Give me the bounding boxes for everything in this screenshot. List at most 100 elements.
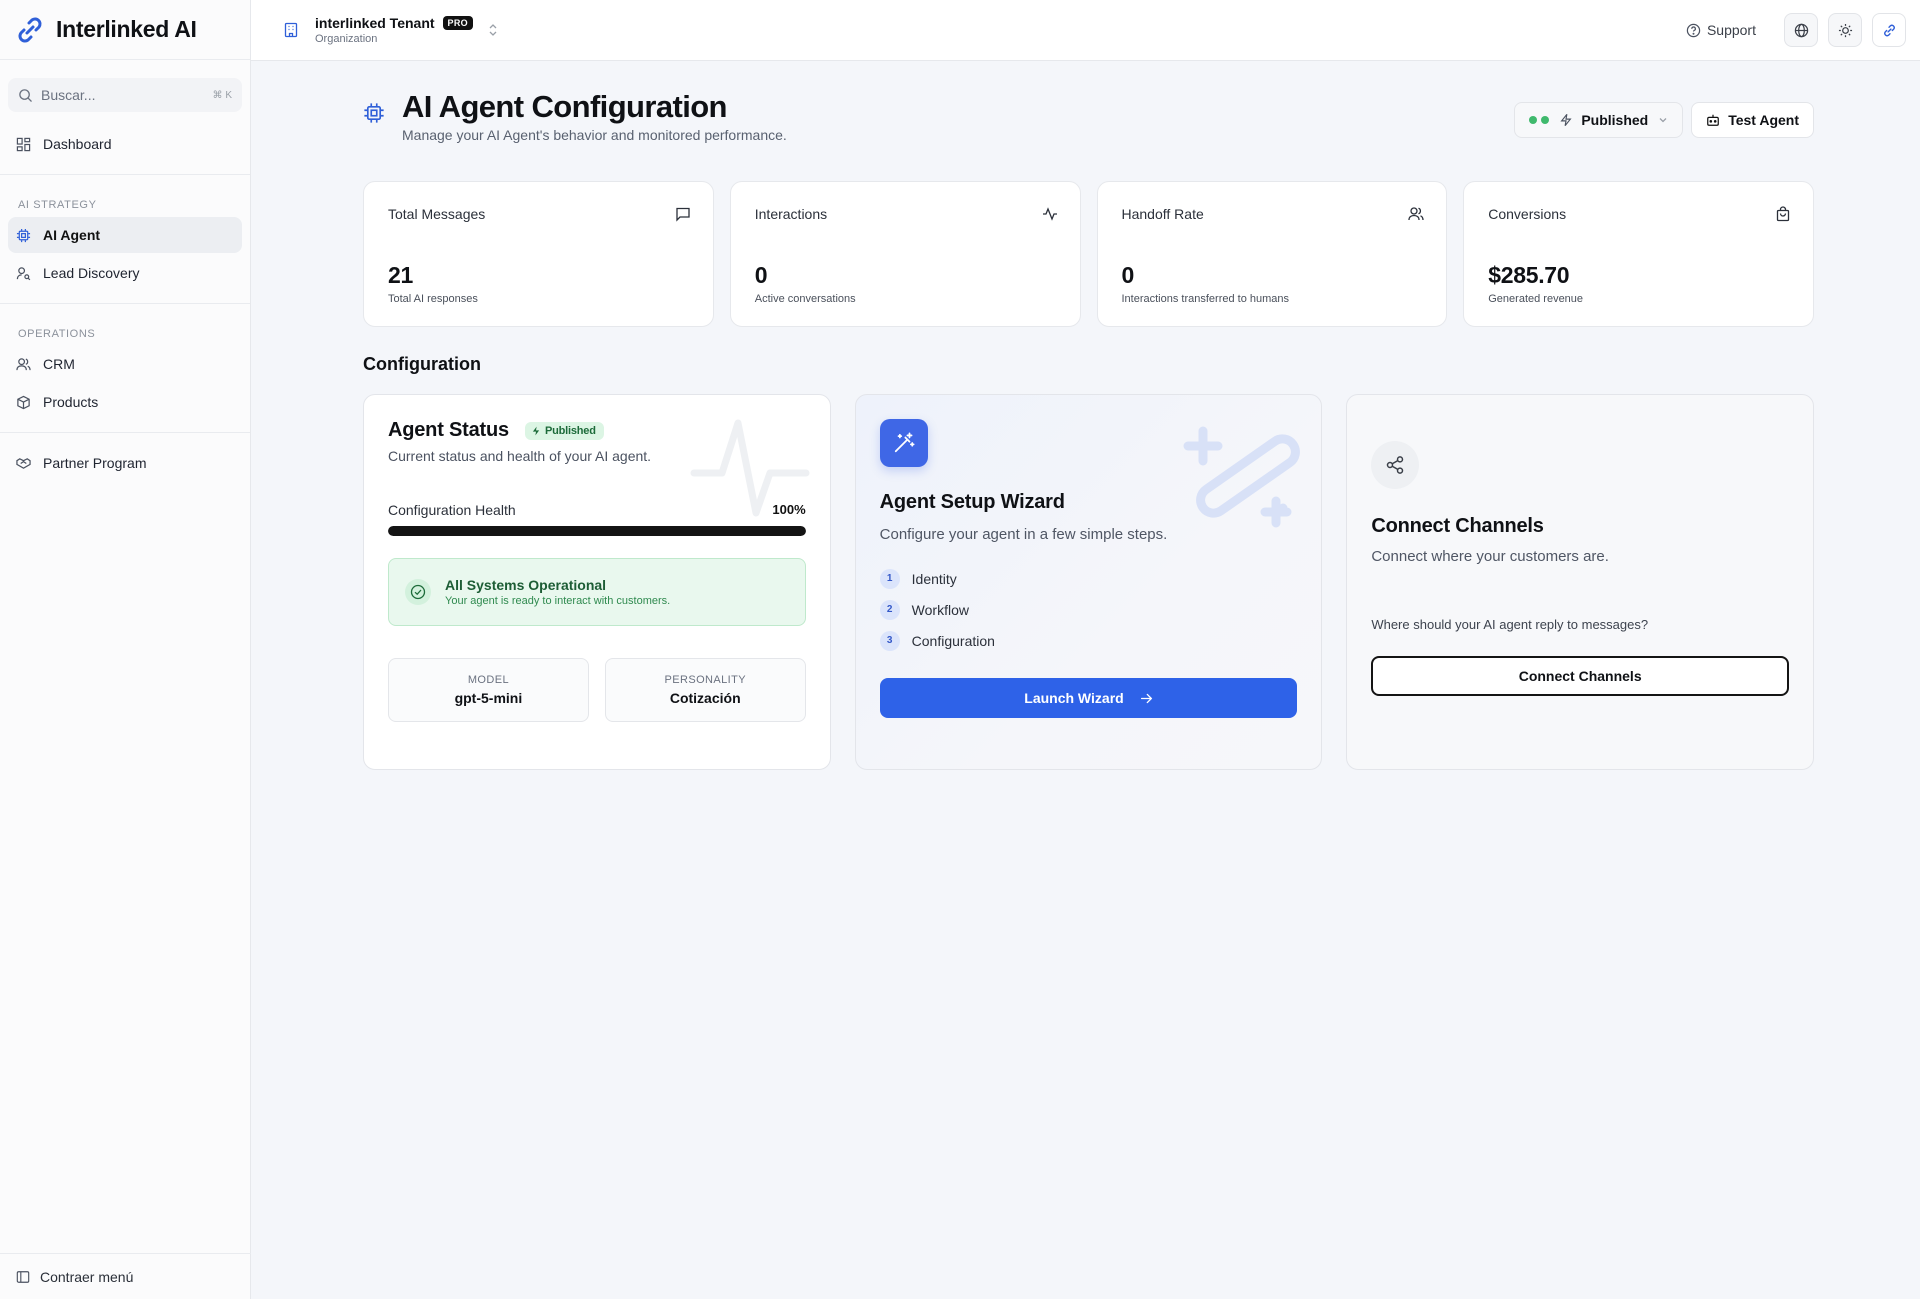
main-content: AI Agent Configuration Manage your AI Ag… [251, 61, 1920, 1299]
step-label: Workflow [911, 601, 969, 618]
status-dot [1541, 116, 1550, 124]
connect-channels-label: Connect Channels [1518, 668, 1642, 684]
users-icon [1408, 207, 1424, 221]
launch-wizard-button[interactable]: Launch Wizard [879, 678, 1298, 718]
stat-title: Total Messages [388, 206, 486, 222]
language-button[interactable] [1784, 13, 1818, 47]
stat-value: 21 [388, 262, 413, 288]
health-label: Configuration Health [388, 502, 516, 518]
section-label-operations: OPERATIONS [18, 328, 96, 340]
activity-icon [1042, 207, 1057, 221]
stat-value: $285.70 [1488, 262, 1570, 288]
wizard-step: 1 Identity [879, 563, 1298, 594]
brand-name: Interlinked AI [56, 16, 197, 42]
sidebar-search[interactable]: Buscar... ⌘ K [8, 78, 242, 112]
test-agent-label: Test Agent [1728, 112, 1799, 128]
stat-title: Interactions [754, 206, 828, 222]
sidebar-item-products[interactable]: Products [8, 384, 242, 420]
tenant-subtitle: Organization [315, 33, 378, 45]
sidebar-item-crm[interactable]: CRM [8, 346, 242, 382]
wizard-step: 2 Workflow [879, 594, 1298, 625]
tenant-name: interlinked Tenant [315, 15, 435, 31]
support-link[interactable]: Support [1686, 22, 1756, 38]
stat-subtitle: Generated revenue [1488, 293, 1584, 305]
stat-card-total-messages: Total Messages 21 Total AI responses [363, 181, 714, 327]
chevron-up-down-icon[interactable] [487, 23, 499, 37]
published-badge-label: Published [544, 424, 596, 437]
channels-subtitle: Connect where your customers are. [1371, 548, 1609, 565]
collapse-menu-button[interactable]: Contraer menú [0, 1253, 251, 1299]
sidebar-item-ai-agent[interactable]: AI Agent [8, 217, 242, 253]
connect-channels-button[interactable]: Connect Channels [1371, 656, 1789, 696]
page-title: AI Agent Configuration [402, 89, 727, 124]
building-icon [284, 22, 298, 38]
stat-card-interactions: Interactions 0 Active conversations [729, 181, 1081, 327]
sidebar-item-label: Partner Program [43, 455, 147, 471]
status-dot [1529, 116, 1538, 124]
stat-title: Handoff Rate [1121, 206, 1204, 222]
globe-icon [1794, 23, 1808, 37]
chevron-down-icon [1659, 118, 1667, 123]
agent-status-title: Agent Status [388, 419, 509, 441]
launch-wizard-label: Launch Wizard [1024, 690, 1124, 706]
test-agent-button[interactable]: Test Agent [1691, 102, 1814, 138]
link-button[interactable] [1872, 13, 1906, 47]
step-number: 3 [879, 630, 900, 651]
brand[interactable]: Interlinked AI [0, 0, 250, 60]
channels-question: Where should your AI agent reply to mess… [1371, 617, 1649, 632]
search-icon [19, 88, 32, 102]
bag-icon [1776, 206, 1790, 222]
collapse-label: Contraer menú [40, 1268, 134, 1285]
search-placeholder: Buscar... [41, 87, 96, 103]
link-icon [1883, 24, 1895, 36]
sun-icon [1838, 23, 1852, 37]
sidebar: Interlinked AI Buscar... ⌘ K Dashboard A… [0, 0, 251, 1299]
package-icon [17, 395, 30, 409]
stat-card-conversions: Conversions $285.70 Generated revenue [1463, 181, 1814, 327]
wand-decoration-icon [1183, 426, 1301, 528]
personality-box: PERSONALITY Cotización [604, 658, 806, 722]
setup-wizard-card: Agent Setup Wizard Configure your agent … [854, 394, 1323, 770]
health-progress-bar [388, 526, 806, 536]
chip-icon [364, 103, 384, 123]
page-header: AI Agent Configuration Manage your AI Ag… [363, 89, 787, 143]
sidebar-item-label: Products [43, 394, 99, 410]
section-title-configuration: Configuration [363, 354, 481, 374]
pulse-decoration-icon [690, 419, 810, 517]
share-icon [1371, 441, 1420, 489]
sidebar-item-lead-discovery[interactable]: Lead Discovery [8, 255, 242, 291]
ops-subtitle: Your agent is ready to interact with cus… [445, 595, 671, 607]
header-actions: Published Test Agent [1514, 102, 1814, 138]
published-badge: Published [524, 421, 604, 440]
sidebar-item-label: Dashboard [43, 136, 112, 152]
stat-value: 0 [1121, 262, 1135, 288]
stat-subtitle: Active conversations [754, 293, 856, 305]
search-shortcut: ⌘ K [212, 89, 232, 101]
personality-label: PERSONALITY [664, 674, 746, 686]
link-logo-icon [18, 17, 42, 42]
step-number: 1 [879, 568, 900, 589]
tenant-switcher[interactable]: interlinked Tenant PRO Organization [315, 15, 473, 45]
dashboard-icon [16, 137, 31, 151]
systems-operational-alert: All Systems Operational Your agent is re… [388, 558, 806, 626]
model-value: gpt-5-mini [454, 690, 523, 706]
theme-toggle-button[interactable] [1828, 13, 1862, 47]
sidebar-item-dashboard[interactable]: Dashboard [8, 126, 242, 162]
connect-channels-card: Connect Channels Connect where your cust… [1346, 394, 1814, 770]
bot-icon [1707, 114, 1720, 126]
stat-title: Conversions [1488, 206, 1567, 222]
sidebar-item-label: AI Agent [43, 227, 101, 243]
message-icon [676, 207, 690, 222]
agent-status-card: Agent Status Published Current status an… [363, 394, 831, 770]
status-dropdown[interactable]: Published [1514, 102, 1684, 138]
divider [0, 303, 250, 304]
user-search-icon [16, 266, 31, 280]
handshake-icon [16, 457, 31, 469]
sidebar-item-partner-program[interactable]: Partner Program [8, 445, 242, 481]
step-label: Identity [911, 570, 957, 587]
sidebar-item-label: Lead Discovery [43, 265, 140, 281]
users-icon [16, 357, 31, 370]
step-label: Configuration [911, 632, 995, 649]
stat-value: 0 [754, 262, 768, 288]
health-progress-fill [388, 526, 806, 536]
